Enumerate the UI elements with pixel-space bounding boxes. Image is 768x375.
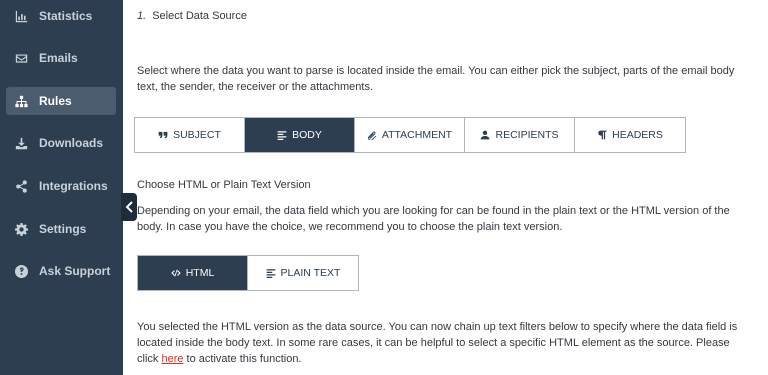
source-option-body[interactable]: Body xyxy=(245,118,355,152)
sidebar-collapse-button[interactable] xyxy=(121,193,137,221)
version-selector: HTML Plain Text xyxy=(137,255,359,291)
intro-text: Select where the data you want to parse … xyxy=(137,65,735,93)
source-option-label: Recipients xyxy=(495,129,559,141)
sidebar-item-label: Statistics xyxy=(39,9,93,23)
user-icon xyxy=(481,130,490,140)
code-icon xyxy=(171,269,181,277)
sidebar-item-downloads[interactable]: Downloads xyxy=(6,129,116,157)
envelope-icon xyxy=(14,51,28,65)
bar-chart-icon xyxy=(14,9,28,23)
sidebar-item-label: Ask Support xyxy=(39,264,111,278)
selection-note: You selected the HTML version as the dat… xyxy=(137,319,752,367)
source-option-label: Attachment xyxy=(381,129,453,141)
selection-note-text-end: to activate this function. xyxy=(183,353,302,365)
version-option-html[interactable]: HTML xyxy=(138,256,248,290)
source-option-label: Subject xyxy=(173,129,221,141)
share-icon xyxy=(14,179,28,193)
paperclip-icon xyxy=(367,131,377,140)
version-option-label: Plain Text xyxy=(280,267,341,279)
sidebar: Statistics Emails Rules Downloads Integr… xyxy=(0,0,123,375)
activate-html-element-link[interactable]: here xyxy=(161,353,183,365)
version-option-label: HTML xyxy=(185,267,215,279)
sidebar-item-label: Emails xyxy=(39,51,78,65)
sidebar-item-label: Rules xyxy=(39,94,72,108)
source-option-label: Body xyxy=(292,129,322,141)
sidebar-item-label: Settings xyxy=(39,222,87,236)
source-option-headers[interactable]: Headers xyxy=(575,118,685,152)
sidebar-item-emails[interactable]: Emails xyxy=(6,44,116,72)
sidebar-item-statistics[interactable]: Statistics xyxy=(6,2,116,30)
sitemap-icon xyxy=(14,94,28,108)
sidebar-item-label: Downloads xyxy=(39,136,104,150)
step-title: 1. Select Data Source xyxy=(137,10,247,22)
question-circle-icon xyxy=(14,264,28,278)
source-option-recipients[interactable]: Recipients xyxy=(465,118,575,152)
align-left-icon xyxy=(266,269,275,278)
paragraph-icon xyxy=(598,130,607,140)
source-option-subject[interactable]: Subject xyxy=(135,118,245,152)
step-number: 1. xyxy=(137,10,147,22)
quote-icon xyxy=(158,131,168,139)
chevron-left-icon xyxy=(125,201,133,213)
sidebar-item-label: Integrations xyxy=(39,179,108,193)
sidebar-item-rules[interactable]: Rules xyxy=(6,87,116,115)
version-heading: Choose HTML or Plain Text Version xyxy=(137,179,311,191)
data-source-selector: Subject Body Attachment Recipients Heade… xyxy=(134,117,686,153)
sidebar-item-settings[interactable]: Settings xyxy=(6,215,116,243)
gear-icon xyxy=(14,222,28,236)
version-option-plain-text[interactable]: Plain Text xyxy=(248,256,358,290)
step-label: Select Data Source xyxy=(152,10,247,22)
source-option-label: Headers xyxy=(612,129,663,141)
align-left-icon xyxy=(277,131,287,140)
source-option-attachment[interactable]: Attachment xyxy=(355,118,465,152)
version-description: Depending on your email, the data field … xyxy=(137,205,730,233)
download-icon xyxy=(14,136,28,150)
sidebar-item-integrations[interactable]: Integrations xyxy=(6,172,116,200)
sidebar-item-ask-support[interactable]: Ask Support xyxy=(6,257,116,285)
